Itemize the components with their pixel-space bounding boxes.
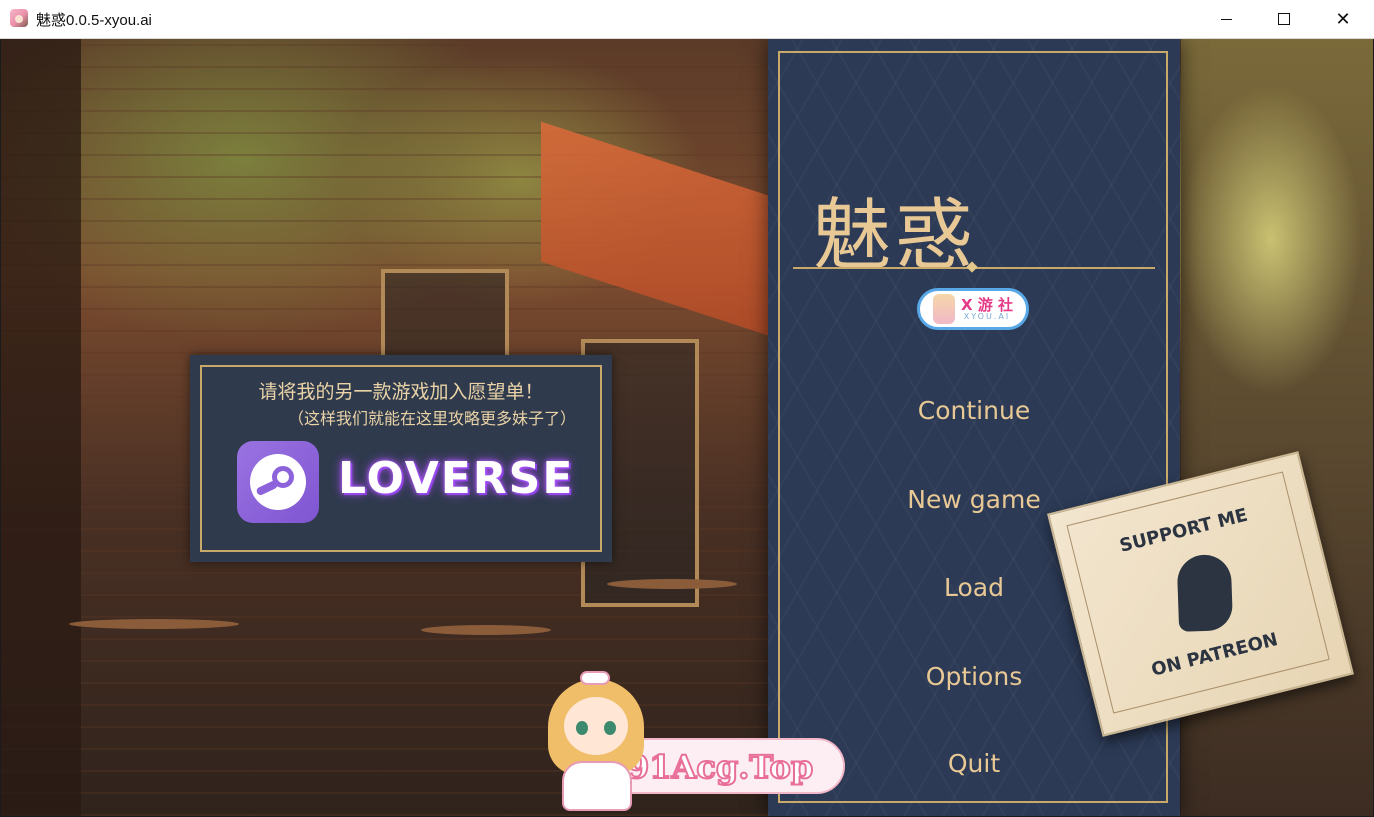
window-title: 魅惑0.0.5-xyou.ai — [36, 12, 152, 29]
maximize-icon — [1278, 13, 1290, 25]
continue-button[interactable]: Continue — [768, 396, 1180, 425]
xyou-sub-text: XYOU.AI — [963, 311, 1011, 321]
mascot-face — [564, 697, 628, 755]
maximize-button[interactable] — [1255, 0, 1313, 38]
xyou-mascot-icon — [932, 294, 955, 324]
mascot-eye-icon — [576, 721, 588, 735]
game-screen: 魅惑 X 游 社 XYOU.AI Continue New game Load … — [1, 39, 1373, 816]
xyou-main-text: X 游 社 — [960, 295, 1013, 314]
support-me-text: SUPPORT ME — [1117, 504, 1250, 557]
loverse-logo[interactable]: LOVERSE — [338, 453, 574, 504]
minimize-button[interactable] — [1197, 0, 1255, 38]
patreon-icon — [1176, 553, 1234, 632]
mascot-bow-icon — [580, 671, 610, 685]
shop-sign — [541, 121, 771, 337]
cafe-table — [607, 579, 737, 589]
cafe-table — [69, 619, 239, 629]
app-icon — [10, 9, 28, 27]
mascot-body — [562, 761, 632, 811]
cafe-table — [421, 625, 551, 635]
window-titlebar: 魅惑0.0.5-xyou.ai ✕ — [0, 0, 1374, 39]
wishlist-subheading: （这样我们就能在这里攻略更多妹子了） — [288, 409, 577, 428]
close-icon: ✕ — [1335, 8, 1351, 30]
minimize-icon — [1220, 18, 1232, 20]
wishlist-promo-panel[interactable]: 请将我的另一款游戏加入愿望单！ （这样我们就能在这里攻略更多妹子了） LOVER… — [190, 355, 612, 562]
wishlist-heading: 请将我的另一款游戏加入愿望单！ — [258, 381, 544, 403]
steam-icon[interactable] — [237, 441, 319, 523]
xyou-badge[interactable]: X 游 社 XYOU.AI — [917, 288, 1029, 330]
close-button[interactable]: ✕ — [1314, 0, 1372, 38]
steam-logo-icon — [250, 454, 306, 510]
mascot-eye-icon — [604, 721, 616, 735]
watermark-mascot — [536, 669, 656, 814]
patreon-card-frame: SUPPORT ME ON PATREON — [1066, 471, 1330, 714]
xyou-text: X 游 社 XYOU.AI — [960, 295, 1013, 321]
